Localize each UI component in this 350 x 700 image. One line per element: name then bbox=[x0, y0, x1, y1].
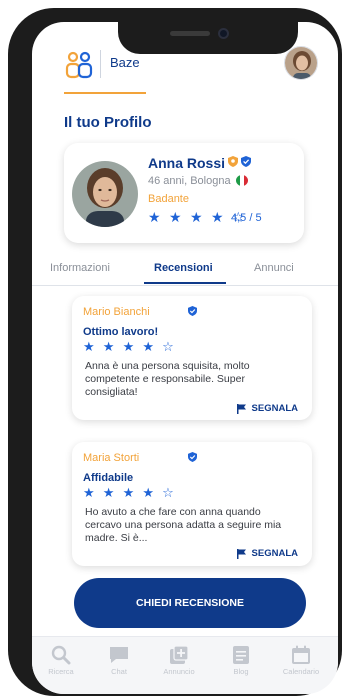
shield-orange-icon bbox=[228, 156, 238, 167]
calendar-icon bbox=[292, 645, 310, 664]
avatar-image bbox=[285, 47, 317, 79]
italy-flag-icon bbox=[236, 175, 248, 186]
review-card: Maria Storti Affidabile ★ ★ ★ ★ ☆ Ho avu… bbox=[72, 442, 312, 566]
review-stars: ★ ★ ★ ★ ☆ bbox=[83, 486, 176, 501]
review-title: Affidabile bbox=[83, 472, 134, 484]
profile-tabs: Informazioni Recensioni Annunci bbox=[32, 262, 338, 286]
brand-name: Baze bbox=[110, 55, 140, 70]
nav-label: Ricerca bbox=[48, 667, 74, 676]
nav-label: Calendario bbox=[282, 667, 320, 676]
review-author: Mario Bianchi bbox=[83, 306, 150, 318]
tabs-divider bbox=[32, 285, 338, 286]
header-accent-line bbox=[64, 92, 146, 94]
profile-rating-value: 4,5 / 5 bbox=[231, 212, 262, 224]
add-listing-icon bbox=[170, 645, 189, 664]
nav-item-annuncio[interactable]: Annuncio bbox=[154, 645, 204, 676]
user-avatar[interactable] bbox=[284, 46, 318, 80]
tab-recensioni[interactable]: Recensioni bbox=[154, 262, 213, 274]
review-title: Ottimo lavoro! bbox=[83, 326, 159, 338]
tab-informazioni[interactable]: Informazioni bbox=[50, 262, 110, 274]
verified-shield-icon bbox=[188, 452, 197, 462]
phone-notch bbox=[118, 22, 298, 54]
nav-item-chat[interactable]: Chat bbox=[94, 645, 144, 676]
nav-label: Annuncio bbox=[163, 667, 195, 676]
tab-annunci[interactable]: Annunci bbox=[254, 262, 294, 274]
nav-label: Blog bbox=[233, 667, 249, 676]
page-title: Il tuo Profilo bbox=[64, 114, 152, 131]
report-button[interactable]: SEGNALA bbox=[236, 548, 298, 559]
front-camera bbox=[218, 28, 229, 39]
profile-photo bbox=[72, 161, 138, 227]
flag-icon bbox=[236, 548, 246, 559]
nav-item-blog[interactable]: Blog bbox=[216, 645, 266, 676]
nav-label: Chat bbox=[111, 667, 127, 676]
review-stars: ★ ★ ★ ★ ☆ bbox=[83, 340, 176, 355]
profile-name: Anna Rossi bbox=[148, 155, 226, 171]
active-tab-indicator bbox=[144, 282, 226, 284]
review-text: Ho avuto a che fare con anna quando cerc… bbox=[85, 506, 282, 544]
logo-separator bbox=[100, 50, 101, 78]
review-card: Mario Bianchi Ottimo lavoro! ★ ★ ★ ★ ☆ A… bbox=[72, 296, 312, 420]
review-author: Maria Storti bbox=[83, 452, 140, 464]
app-screen: Baze Il tuo Profilo Anna Rossi 46 anni, … bbox=[32, 22, 338, 694]
speaker bbox=[170, 31, 210, 36]
review-text: Anna è una persona squisita, molto compe… bbox=[85, 360, 250, 398]
search-icon bbox=[51, 645, 71, 665]
nav-item-ricerca[interactable]: Ricerca bbox=[36, 645, 86, 676]
report-button[interactable]: SEGNALA bbox=[236, 403, 298, 414]
ask-review-button[interactable]: CHIEDI RECENSIONE bbox=[74, 578, 306, 628]
report-label: SEGNALA bbox=[251, 403, 298, 414]
blog-icon bbox=[233, 646, 249, 664]
report-label: SEGNALA bbox=[251, 548, 298, 559]
flag-icon bbox=[236, 403, 246, 414]
profile-badges bbox=[228, 156, 251, 167]
chat-icon bbox=[110, 647, 128, 663]
phone-frame: Baze Il tuo Profilo Anna Rossi 46 anni, … bbox=[8, 8, 342, 696]
nav-item-calendario[interactable]: Calendario bbox=[276, 645, 326, 676]
profile-card: Anna Rossi 46 anni, Bologna Badante ★ ★ … bbox=[64, 143, 304, 243]
people-icon[interactable] bbox=[64, 50, 94, 80]
profile-age-city: 46 anni, Bologna bbox=[148, 175, 231, 187]
profile-photo-image bbox=[72, 161, 138, 227]
profile-role: Badante bbox=[148, 193, 189, 205]
verified-shield-icon bbox=[241, 156, 251, 167]
verified-shield-icon bbox=[188, 306, 197, 316]
bottom-navigation: Ricerca Chat Annuncio Blog Calendario bbox=[32, 636, 338, 694]
